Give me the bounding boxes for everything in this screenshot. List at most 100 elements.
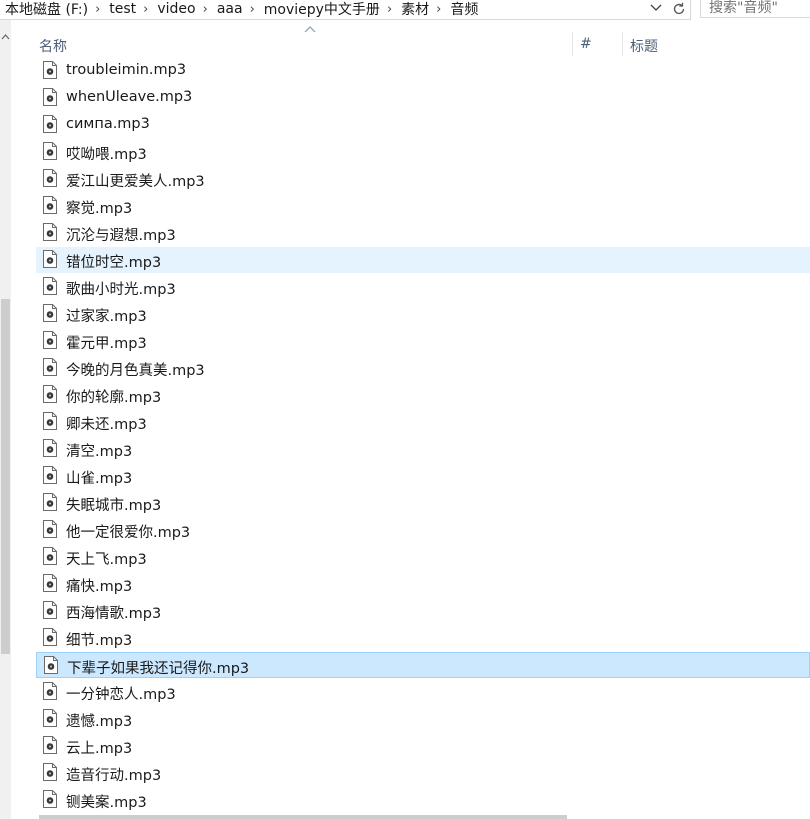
search-box[interactable]: [700, 0, 810, 18]
audio-file-icon: [43, 196, 57, 214]
file-row[interactable]: 云上.mp3: [36, 733, 810, 759]
audio-file-icon: [43, 790, 57, 808]
file-name: 一分钟恋人.mp3: [66, 687, 176, 703]
scroll-up-button[interactable]: [0, 30, 11, 44]
address-history-button[interactable]: [647, 0, 665, 17]
file-row[interactable]: whenUleave.mp3: [36, 85, 810, 111]
audio-file-icon: [43, 682, 57, 700]
audio-file-icon: [43, 169, 57, 187]
file-name: 云上.mp3: [66, 741, 133, 757]
audio-file-icon: [43, 304, 57, 322]
file-row[interactable]: 细节.mp3: [36, 625, 810, 651]
file-name: 沉沦与遐想.mp3: [66, 228, 176, 244]
audio-file-icon: [43, 115, 57, 133]
audio-file-icon: [43, 520, 57, 538]
file-row[interactable]: 爱江山更爱美人.mp3: [36, 166, 810, 192]
file-name: 霍元甲.mp3: [66, 336, 147, 352]
file-row[interactable]: 一分钟恋人.mp3: [36, 679, 810, 705]
audio-file-icon: [44, 656, 58, 674]
file-row[interactable]: 卿未还.mp3: [36, 409, 810, 435]
column-name[interactable]: 名称: [39, 36, 67, 56]
column-track-number[interactable]: #: [580, 36, 592, 52]
audio-file-icon: [43, 61, 57, 79]
column-divider[interactable]: [622, 32, 623, 56]
file-row[interactable]: 过家家.mp3: [36, 301, 810, 327]
file-row[interactable]: 歌曲小时光.mp3: [36, 274, 810, 300]
file-row[interactable]: 西海情歌.mp3: [36, 598, 810, 624]
file-row[interactable]: 下辈子如果我还记得你.mp3: [36, 652, 810, 678]
audio-file-icon: [43, 358, 57, 376]
file-row[interactable]: симпа.mp3: [36, 112, 810, 138]
file-row[interactable]: 遗憾.mp3: [36, 706, 810, 732]
chevron-down-icon: [650, 4, 662, 11]
file-row[interactable]: troubleimin.mp3: [36, 58, 810, 84]
audio-file-icon: [43, 250, 57, 268]
file-name: 察觉.mp3: [66, 201, 133, 217]
breadcrumb[interactable]: 本地磁盘 (F:) › test › video › aaa › moviepy…: [0, 0, 669, 20]
file-name: 爱江山更爱美人.mp3: [66, 174, 205, 190]
breadcrumb-aaa[interactable]: aaa: [212, 1, 246, 17]
file-row[interactable]: 察觉.mp3: [36, 193, 810, 219]
navigation-pane-scrollbar[interactable]: [0, 20, 11, 819]
breadcrumb-video[interactable]: video: [152, 1, 198, 17]
file-row[interactable]: 错位时空.mp3: [36, 247, 810, 273]
chevron-up-icon: [1, 34, 10, 40]
breadcrumb-sucai[interactable]: 素材: [396, 0, 432, 19]
breadcrumb-drive[interactable]: 本地磁盘 (F:): [0, 0, 91, 19]
breadcrumb-moviepy[interactable]: moviepy中文手册: [259, 0, 383, 19]
audio-file-icon: [43, 277, 57, 295]
audio-file-icon: [43, 385, 57, 403]
file-name: 铡美案.mp3: [66, 795, 147, 811]
column-divider[interactable]: [572, 32, 573, 56]
file-row[interactable]: 天上飞.mp3: [36, 544, 810, 570]
audio-file-icon: [43, 601, 57, 619]
file-row[interactable]: 今晚的月色真美.mp3: [36, 355, 810, 381]
file-row[interactable]: 清空.mp3: [36, 436, 810, 462]
file-row[interactable]: 哎呦喂.mp3: [36, 139, 810, 165]
file-name: whenUleave.mp3: [66, 89, 193, 105]
file-name: 失眠城市.mp3: [66, 498, 162, 514]
breadcrumb-separator-icon[interactable]: ›: [432, 2, 445, 17]
file-row[interactable]: 他一定很爱你.mp3: [36, 517, 810, 543]
horizontal-scrollbar-thumb[interactable]: [39, 815, 567, 819]
file-name: 卿未还.mp3: [66, 417, 147, 433]
audio-file-icon: [43, 466, 57, 484]
file-name: 错位时空.mp3: [66, 255, 162, 271]
file-row[interactable]: 山雀.mp3: [36, 463, 810, 489]
breadcrumb-separator-icon[interactable]: ›: [91, 2, 104, 17]
file-name: 今晚的月色真美.mp3: [66, 363, 205, 379]
file-row[interactable]: 失眠城市.mp3: [36, 490, 810, 516]
audio-file-icon: [43, 709, 57, 727]
column-title[interactable]: 标题: [630, 36, 658, 56]
breadcrumb-separator-icon[interactable]: ›: [199, 2, 212, 17]
file-row[interactable]: 你的轮廓.mp3: [36, 382, 810, 408]
file-name: 造音行动.mp3: [66, 768, 162, 784]
scrollbar-thumb[interactable]: [1, 299, 10, 654]
file-row[interactable]: 霍元甲.mp3: [36, 328, 810, 354]
file-name: симпа.mp3: [66, 116, 150, 132]
breadcrumb-separator-icon[interactable]: ›: [139, 2, 152, 17]
column-header: 名称 # 标题: [11, 20, 810, 60]
file-name: 细节.mp3: [66, 633, 133, 649]
breadcrumb-separator-icon[interactable]: ›: [383, 2, 396, 17]
breadcrumb-audio[interactable]: 音频: [445, 0, 481, 19]
file-name: 你的轮廓.mp3: [66, 390, 162, 406]
audio-file-icon: [43, 412, 57, 430]
file-name: 他一定很爱你.mp3: [66, 525, 191, 541]
breadcrumb-separator-icon[interactable]: ›: [246, 2, 259, 17]
audio-file-icon: [43, 763, 57, 781]
audio-file-icon: [43, 628, 57, 646]
breadcrumb-test[interactable]: test: [104, 1, 139, 17]
file-row[interactable]: 痛快.mp3: [36, 571, 810, 597]
file-name: 天上飞.mp3: [66, 552, 147, 568]
file-row[interactable]: 造音行动.mp3: [36, 760, 810, 786]
search-input[interactable]: [709, 0, 810, 16]
audio-file-icon: [43, 439, 57, 457]
file-name: 过家家.mp3: [66, 309, 147, 325]
file-row[interactable]: 沉沦与遐想.mp3: [36, 220, 810, 246]
address-bar: 本地磁盘 (F:) › test › video › aaa › moviepy…: [0, 0, 810, 20]
sort-up-icon: [304, 26, 316, 33]
refresh-button[interactable]: [668, 0, 691, 20]
file-row[interactable]: 铡美案.mp3: [36, 787, 810, 813]
audio-file-icon: [43, 223, 57, 241]
